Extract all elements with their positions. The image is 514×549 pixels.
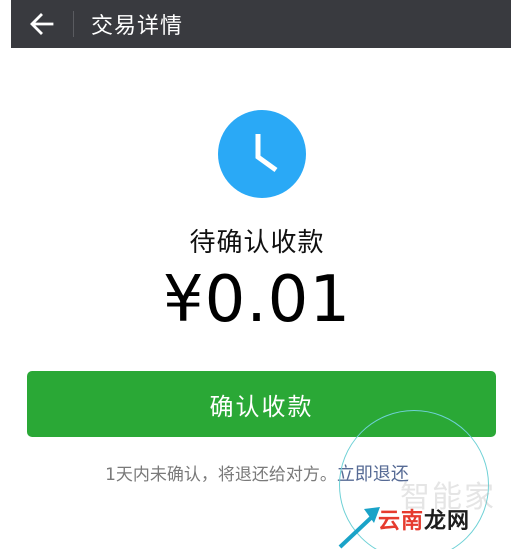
watermark-part-2: 龙网 — [424, 509, 471, 534]
refund-notice-text: 1天内未确认，将退还给对方。 — [105, 465, 337, 485]
screen: 交易详情 待确认收款 ¥0.01 确认收款 1天内未确认，将退还给对方。立即退还… — [0, 0, 514, 549]
arrow-left-icon — [30, 13, 54, 35]
refund-notice: 1天内未确认，将退还给对方。立即退还 — [0, 460, 514, 486]
payment-amount: ¥0.01 — [162, 263, 352, 337]
pointer-arrow-icon — [338, 507, 380, 549]
clock-icon — [218, 110, 306, 198]
back-button[interactable] — [11, 0, 73, 48]
title-divider — [73, 11, 74, 37]
refund-now-link[interactable]: 立即退还 — [337, 464, 409, 485]
confirm-receipt-button[interactable]: 确认收款 — [27, 371, 496, 437]
payment-status: 待确认收款 — [189, 228, 325, 258]
top-app-bar: 交易详情 — [11, 0, 511, 48]
page-title: 交易详情 — [91, 14, 184, 39]
watermark-logo: 云南龙网 — [378, 503, 470, 535]
watermark-part-1: 云南 — [378, 509, 425, 534]
